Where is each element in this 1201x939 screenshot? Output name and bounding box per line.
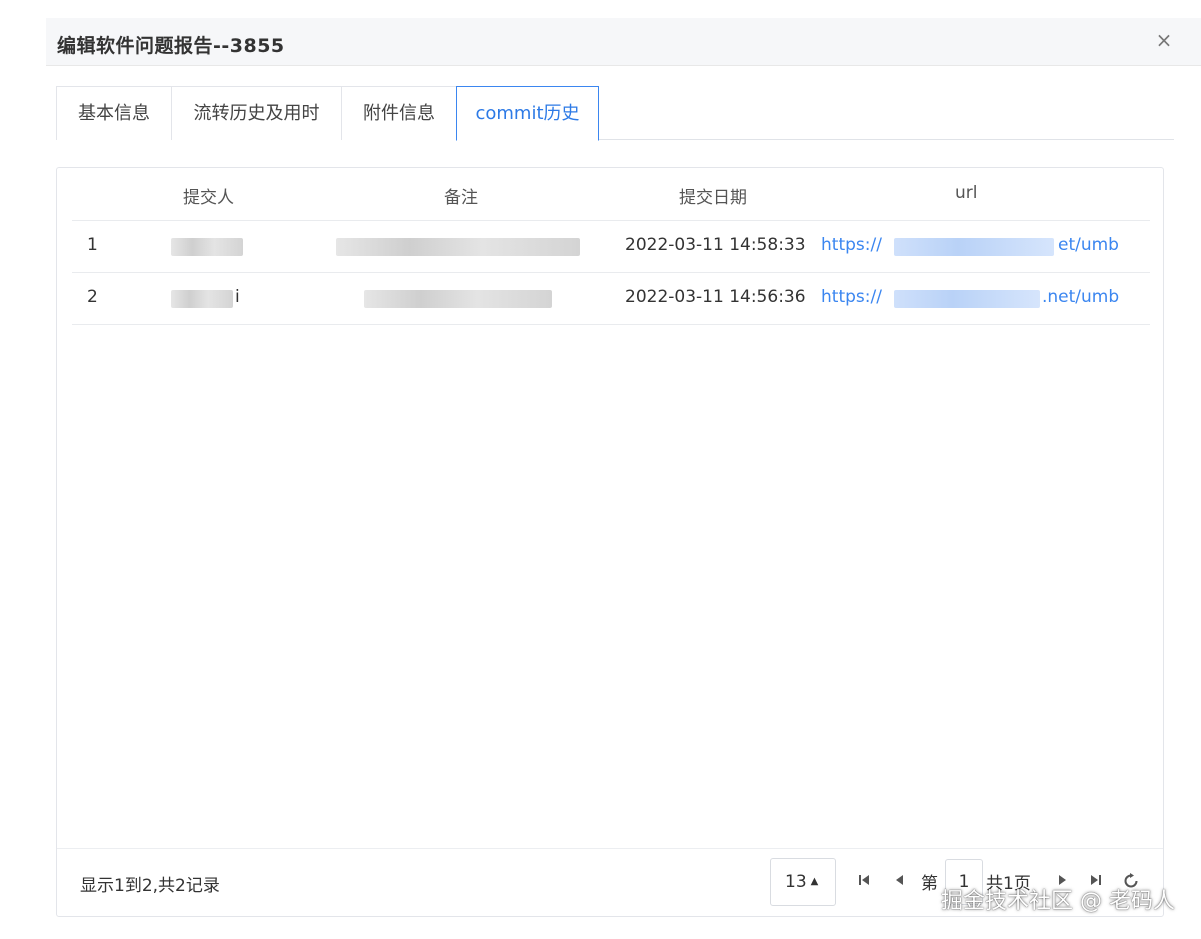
commit-url-start[interactable]: https://: [821, 287, 882, 307]
commit-date: 2022-03-11 14:58:33: [625, 235, 806, 255]
commit-history-panel: 提交人 备注 提交日期 url 1 2022-03-11 14:58:33 ht…: [56, 167, 1164, 917]
table-header: 提交人 备注 提交日期 url: [72, 168, 1150, 221]
prev-page-icon[interactable]: [893, 873, 907, 893]
edit-report-dialog: 编辑软件问题报告--3855 × 基本信息 流转历史及用时 附件信息 commi…: [46, 18, 1201, 939]
page-size-value: 13: [785, 872, 807, 892]
tab-basic-info[interactable]: 基本信息: [56, 86, 172, 140]
commit-url-end[interactable]: et/umb: [1058, 235, 1119, 255]
dialog-header: 编辑软件问题报告--3855 ×: [46, 18, 1201, 66]
page-label-prefix: 第: [921, 874, 938, 894]
note-redacted: [336, 238, 580, 256]
submitter-redacted: [171, 238, 243, 256]
records-summary: 显示1到2,共2记录: [80, 876, 220, 896]
column-header-url: url: [955, 183, 978, 203]
close-icon[interactable]: ×: [1153, 29, 1175, 51]
column-header-note: 备注: [444, 188, 478, 208]
submitter-redacted: [171, 290, 233, 308]
tab-flow-history[interactable]: 流转历史及用时: [171, 86, 342, 140]
commit-url-end[interactable]: .net/umb: [1042, 287, 1119, 307]
dialog-title: 编辑软件问题报告--3855: [57, 35, 285, 57]
row-index: 2: [87, 287, 98, 307]
tab-commit-history[interactable]: commit历史: [456, 86, 599, 141]
url-redacted: [894, 290, 1040, 308]
submitter-fragment: i: [235, 287, 240, 307]
commit-date: 2022-03-11 14:56:36: [625, 287, 806, 307]
note-redacted: [364, 290, 552, 308]
caret-up-icon: ▲: [810, 876, 819, 887]
column-header-submitter: 提交人: [183, 188, 234, 208]
row-index: 1: [87, 235, 98, 255]
page-size-select[interactable]: 13 ▲: [770, 858, 836, 906]
tab-attachments[interactable]: 附件信息: [341, 86, 457, 140]
tab-bar: 基本信息 流转历史及用时 附件信息 commit历史: [56, 86, 1174, 141]
url-redacted: [894, 238, 1054, 256]
table-row[interactable]: 2 i 2022-03-11 14:56:36 https:// .net/um…: [72, 273, 1150, 325]
column-header-date: 提交日期: [679, 188, 747, 208]
commit-url-start[interactable]: https://: [821, 235, 882, 255]
watermark: 掘金技术社区 @ 老码人: [941, 889, 1175, 914]
first-page-icon[interactable]: [857, 873, 871, 893]
table-row[interactable]: 1 2022-03-11 14:58:33 https:// et/umb: [72, 221, 1150, 273]
